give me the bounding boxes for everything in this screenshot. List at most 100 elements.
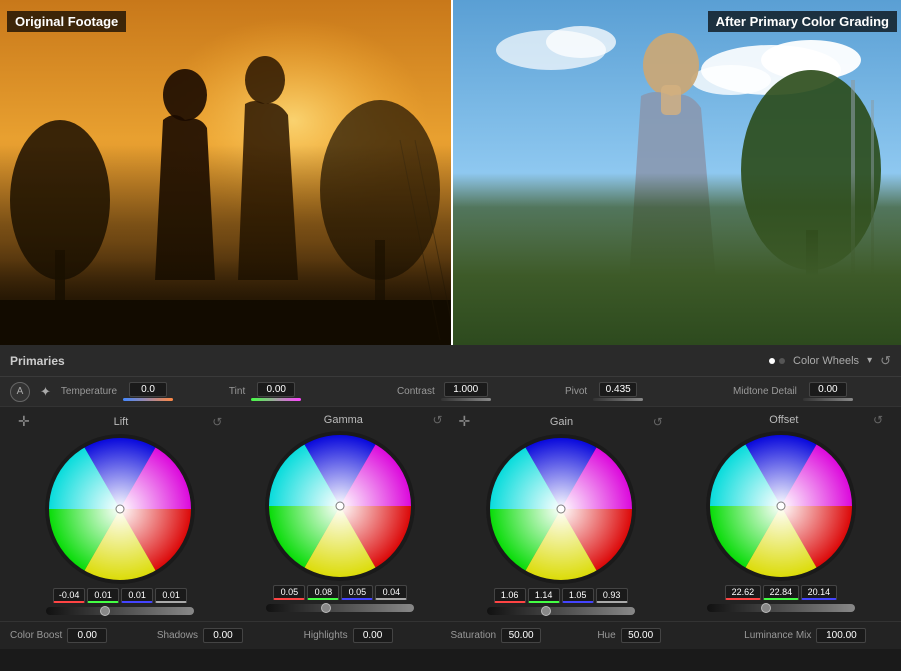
- saturation-param: Saturation: [450, 628, 597, 643]
- gamma-values: [273, 585, 407, 600]
- gamma-header: Gamma ↺: [234, 413, 446, 427]
- gamma-title: Gamma: [254, 414, 432, 426]
- saturation-input[interactable]: [501, 628, 541, 643]
- highlights-param: Highlights: [304, 628, 451, 643]
- color-boost-input[interactable]: [67, 628, 107, 643]
- temperature-input[interactable]: [129, 382, 167, 397]
- gamma-wheel-svg: [265, 431, 415, 581]
- shadows-label: Shadows: [157, 630, 198, 641]
- gain-slider-thumb: [541, 606, 551, 616]
- bottom-params: Color Boost Shadows Highlights Saturatio…: [0, 621, 901, 649]
- dot-1: [769, 358, 775, 364]
- chevron-down-icon[interactable]: ▾: [867, 355, 872, 366]
- panel-header-right: Color Wheels ▾ ↺: [769, 353, 891, 369]
- gain-add-icon[interactable]: ✛: [459, 413, 471, 430]
- contrast-label: Contrast: [397, 386, 435, 397]
- wand-icon[interactable]: ✦: [40, 384, 51, 400]
- gamma-luma-value[interactable]: [375, 585, 407, 600]
- panel-reset-icon[interactable]: ↺: [880, 353, 891, 369]
- highlights-label: Highlights: [304, 630, 348, 641]
- offset-slider[interactable]: [707, 604, 855, 612]
- offset-slider-thumb: [761, 603, 771, 613]
- pivot-input[interactable]: [599, 382, 637, 397]
- luminance-mix-label: Luminance Mix: [744, 630, 811, 641]
- lift-luma-value[interactable]: [155, 588, 187, 603]
- lift-red-value[interactable]: [53, 588, 85, 603]
- lift-section: ✛ Lift ↺: [10, 413, 230, 615]
- lift-blue-value[interactable]: [121, 588, 153, 603]
- pivot-param: Pivot: [565, 382, 723, 401]
- toolbar-row: A ✦ Temperature Tint Contrast Pivot: [0, 377, 901, 407]
- saturation-label: Saturation: [450, 630, 496, 641]
- gain-title: Gain: [470, 416, 652, 428]
- gamma-section: Gamma ↺: [230, 413, 450, 615]
- gamma-reset-icon[interactable]: ↺: [432, 413, 442, 427]
- gain-blue-value[interactable]: [562, 588, 594, 603]
- lift-slider-thumb: [100, 606, 110, 616]
- lift-wheel[interactable]: [45, 434, 195, 584]
- panel-header: Primaries Color Wheels ▾ ↺: [0, 345, 901, 377]
- offset-section: Offset ↺: [671, 413, 891, 615]
- gain-wheel[interactable]: [486, 434, 636, 584]
- highlights-input[interactable]: [353, 628, 393, 643]
- gain-green-value[interactable]: [528, 588, 560, 603]
- pivot-label: Pivot: [565, 386, 587, 397]
- video-left-panel: Original Footage: [0, 0, 451, 345]
- lift-reset-icon[interactable]: ↺: [212, 415, 222, 429]
- gamma-blue-value[interactable]: [341, 585, 373, 600]
- tint-param: Tint: [229, 382, 387, 401]
- lift-wheel-svg: [45, 434, 195, 584]
- video-comparison: Original Footage: [0, 0, 901, 345]
- gamma-slider[interactable]: [266, 604, 414, 612]
- offset-wheel[interactable]: [706, 431, 856, 581]
- luminance-mix-input[interactable]: [816, 628, 866, 643]
- comparison-divider: [451, 0, 453, 345]
- gain-wheel-svg: [486, 434, 636, 584]
- offset-green-value[interactable]: [763, 585, 799, 600]
- color-wheels-dropdown[interactable]: Color Wheels: [793, 355, 859, 367]
- gamma-wheel[interactable]: [265, 431, 415, 581]
- gain-section: ✛ Gain ↺: [451, 413, 671, 615]
- gain-reset-icon[interactable]: ↺: [653, 415, 663, 429]
- tint-input[interactable]: [257, 382, 295, 397]
- hue-input[interactable]: [621, 628, 661, 643]
- temperature-param: Temperature: [61, 382, 219, 401]
- midtone-input[interactable]: [809, 382, 847, 397]
- panel-title: Primaries: [10, 354, 65, 368]
- contrast-input[interactable]: [444, 382, 488, 397]
- label-graded: After Primary Color Grading: [708, 11, 897, 32]
- page-dots: [769, 358, 785, 364]
- gain-red-value[interactable]: [494, 588, 526, 603]
- video-right-panel: After Primary Color Grading: [451, 0, 901, 345]
- hue-param: Hue: [597, 628, 744, 643]
- lift-slider[interactable]: [46, 607, 194, 615]
- lift-add-icon[interactable]: ✛: [18, 413, 30, 430]
- wheels-area: ✛ Lift ↺: [0, 407, 901, 621]
- lift-green-value[interactable]: [87, 588, 119, 603]
- midtone-bar: [803, 398, 853, 401]
- graded-scene: [451, 0, 901, 345]
- auto-button[interactable]: A: [10, 382, 30, 402]
- temperature-label: Temperature: [61, 386, 117, 397]
- offset-red-value[interactable]: [725, 585, 761, 600]
- offset-blue-value[interactable]: [801, 585, 837, 600]
- color-boost-param: Color Boost: [10, 628, 157, 643]
- shadows-param: Shadows: [157, 628, 304, 643]
- luminance-mix-param: Luminance Mix: [744, 628, 891, 643]
- gamma-red-value[interactable]: [273, 585, 305, 600]
- midtone-label: Midtone Detail: [733, 386, 797, 397]
- pivot-bar: [593, 398, 643, 401]
- contrast-param: Contrast: [397, 382, 555, 401]
- gain-values: [494, 588, 628, 603]
- offset-values: [725, 585, 837, 600]
- lift-values: [53, 588, 187, 603]
- shadows-input[interactable]: [203, 628, 243, 643]
- dot-2: [779, 358, 785, 364]
- lift-title: Lift: [30, 416, 212, 428]
- gain-slider[interactable]: [487, 607, 635, 615]
- offset-reset-icon[interactable]: ↺: [873, 413, 883, 427]
- contrast-bar: [441, 398, 491, 401]
- gamma-green-value[interactable]: [307, 585, 339, 600]
- gain-luma-value[interactable]: [596, 588, 628, 603]
- gain-header: ✛ Gain ↺: [455, 413, 667, 430]
